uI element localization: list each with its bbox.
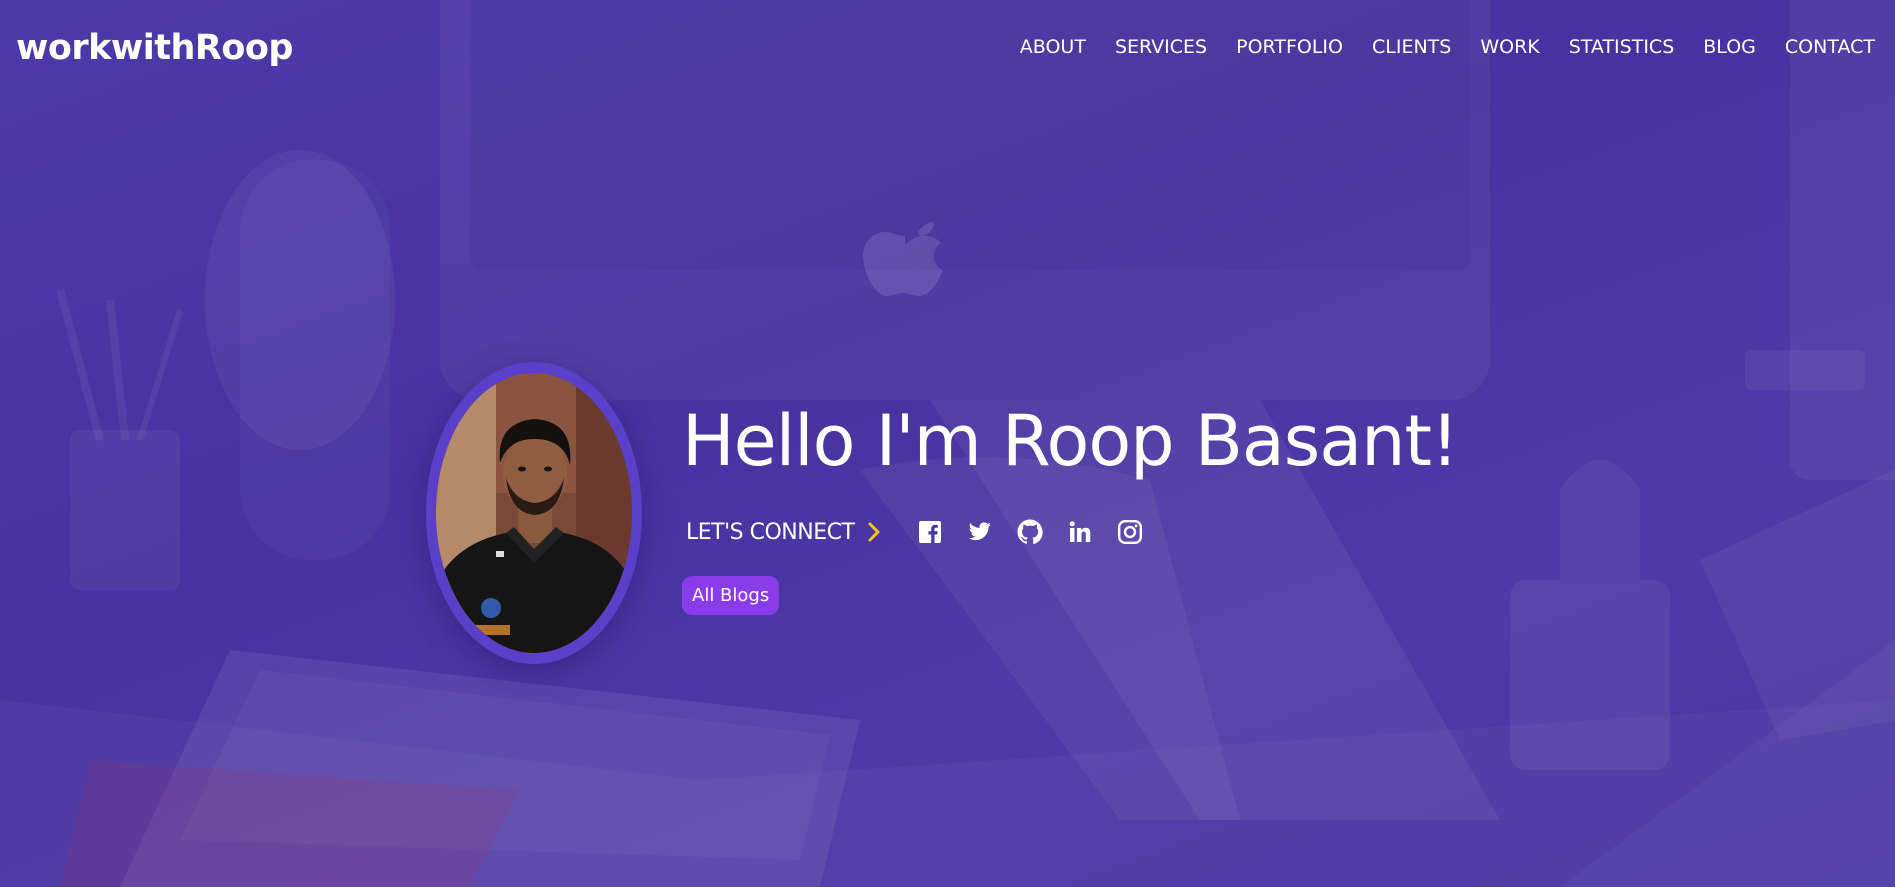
github-icon[interactable] [1016,518,1044,546]
nav-item-services[interactable]: SERVICES [1115,36,1207,58]
twitter-icon[interactable] [966,518,994,546]
top-navbar: workwithRoop ABOUT SERVICES PORTFOLIO CL… [0,0,1895,100]
nav-menu: ABOUT SERVICES PORTFOLIO CLIENTS WORK ST… [991,36,1875,58]
brand-logo[interactable]: workwithRoop [16,28,294,68]
nav-item-blog[interactable]: BLOG [1703,36,1756,58]
nav-item-contact[interactable]: CONTACT [1785,36,1875,58]
avatar-frame [426,362,642,664]
facebook-icon[interactable] [916,518,944,546]
chevron-right-icon [868,522,880,542]
hero-section: workwithRoop ABOUT SERVICES PORTFOLIO CL… [0,0,1895,887]
nav-item-portfolio[interactable]: PORTFOLIO [1236,36,1343,58]
nav-item-about[interactable]: ABOUT [1020,36,1086,58]
nav-item-clients[interactable]: CLIENTS [1372,36,1451,58]
all-blogs-button[interactable]: All Blogs [682,576,780,615]
hero-headline: Hello I'm Roop Basant! [682,400,1459,482]
nav-item-statistics[interactable]: STATISTICS [1569,36,1675,58]
nav-item-work[interactable]: WORK [1480,36,1539,58]
linkedin-icon[interactable] [1066,518,1094,546]
connect-label: LET'S CONNECT [686,519,855,545]
connect-row: LET'S CONNECT [686,516,1144,548]
profile-photo [436,373,632,653]
instagram-icon[interactable] [1116,518,1144,546]
avatar [436,373,632,653]
